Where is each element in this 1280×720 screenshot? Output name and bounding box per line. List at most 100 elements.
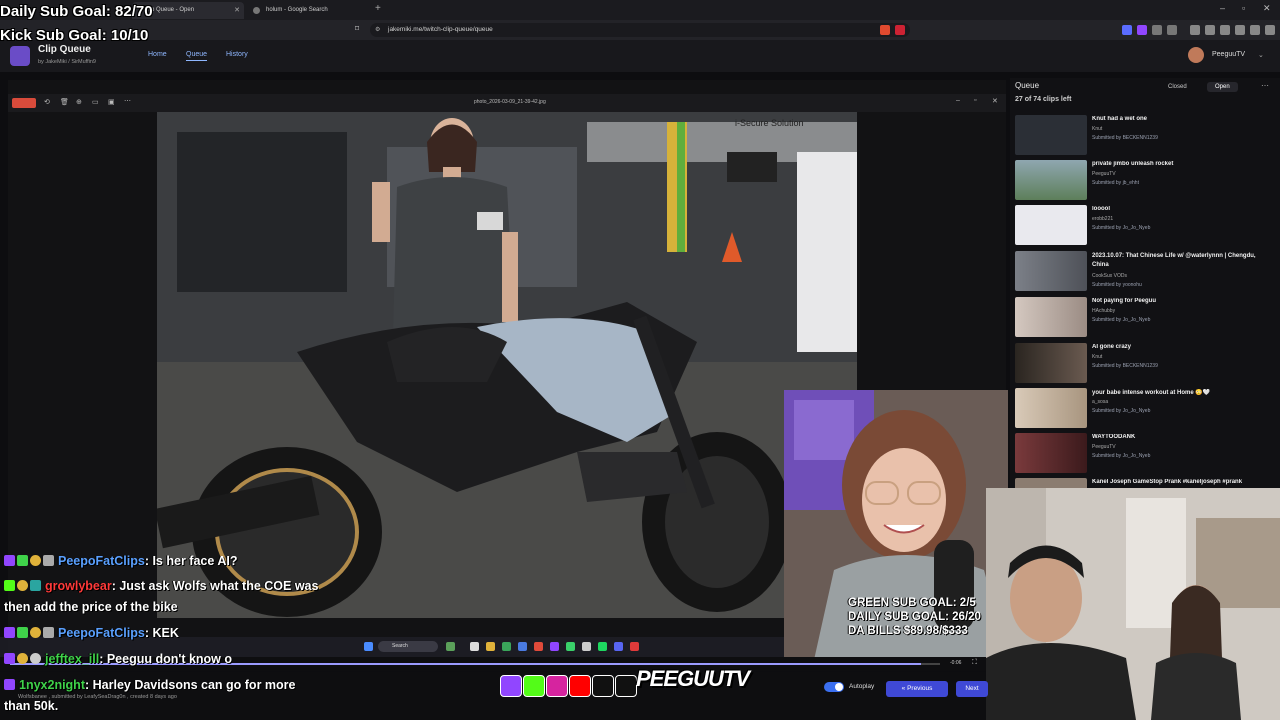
youtube-icon (569, 675, 591, 697)
rotate-icon[interactable]: ⟲ (44, 98, 50, 106)
taskbar-app-icon[interactable] (502, 642, 511, 651)
share-icon[interactable]: ⊕ (76, 98, 82, 106)
chat-message: PeepoFatClips: Is her face AI? (4, 554, 237, 568)
google-icon (253, 7, 260, 14)
autoplay-toggle[interactable] (824, 682, 844, 692)
chat-message: 1nyx2night: Harley Davidsons can go for … (4, 678, 295, 692)
print-icon[interactable]: ▭ (92, 98, 99, 106)
close-tab-icon[interactable]: ✕ (234, 2, 240, 19)
discord-icon[interactable] (614, 642, 623, 651)
tiktok-icon (592, 675, 614, 697)
taskbar-app-icon[interactable] (550, 642, 559, 651)
guest-webcam (986, 488, 1280, 720)
avatar[interactable] (1188, 47, 1204, 63)
close-window-icon[interactable]: ✕ (1263, 3, 1271, 14)
badge-icon (30, 653, 41, 664)
autoplay-label: Autoplay (849, 683, 875, 690)
minimize-icon[interactable]: – (956, 97, 960, 104)
bills-goal: DA BILLS $89.98/$333 (848, 625, 968, 637)
taskbar-app-icon[interactable] (566, 642, 575, 651)
user-menu[interactable]: PeeguuTV (1212, 51, 1245, 58)
taskbar-app-icon[interactable] (518, 642, 527, 651)
queue-closed-button[interactable]: Closed (1160, 82, 1195, 92)
windows-start-icon[interactable] (364, 642, 373, 651)
extension-icon[interactable] (1152, 25, 1162, 35)
brave-rewards-icon[interactable] (895, 25, 905, 35)
queue-item[interactable]: looool erobb221 Submitted by Jo_Jo_Nyeb (1015, 205, 1270, 247)
sub-badge-icon (4, 627, 15, 638)
queue-open-button[interactable]: Open (1207, 82, 1238, 92)
queue-item[interactable]: Knut had a wet one Knut Submitted by BEC… (1015, 115, 1270, 157)
clip-thumbnail (1015, 160, 1087, 200)
vpn-icon[interactable] (1250, 25, 1260, 35)
queue-item[interactable]: AI gone crazy Knut Submitted by BECKENN1… (1015, 343, 1270, 385)
nav-history[interactable]: History (226, 51, 248, 58)
image-filename: photo_2026-03-09_21-39-42.jpg (474, 99, 546, 105)
new-tab-icon[interactable]: + (375, 3, 381, 14)
restore-icon[interactable]: ▫ (1242, 3, 1245, 13)
chevron-down-icon[interactable]: ⌄ (1258, 51, 1264, 59)
extension-icon[interactable] (1122, 25, 1132, 35)
clip-thumbnail (1015, 205, 1087, 245)
edit-button[interactable] (12, 98, 36, 108)
kick-badge-icon (4, 580, 15, 591)
clip-thumbnail (1015, 251, 1087, 291)
emote-badge-icon (30, 555, 41, 566)
queue-item[interactable]: Not paying for Peeguu HAchubby Submitted… (1015, 297, 1270, 339)
chat-message: growlybear: Just ask Wolfs what the COE … (4, 579, 318, 593)
emote-badge-icon (30, 627, 41, 638)
brand-logo: PEEGUUTV (636, 666, 750, 691)
taskbar-search[interactable]: Search (378, 641, 438, 652)
taskbar-app-icon[interactable] (582, 642, 591, 651)
queue-item[interactable]: WAYTOODANK PeeguuTV Submitted by Jo_Jo_N… (1015, 433, 1270, 475)
badge-icon (17, 653, 28, 664)
delete-icon[interactable]: 🗑 (60, 98, 69, 106)
spotify-icon[interactable] (598, 642, 607, 651)
extension-icon[interactable] (1167, 25, 1177, 35)
chat-message-continued: then add the price of the bike (4, 600, 178, 614)
queue-item[interactable]: private jimbo unleash rocket PeeguuTV Su… (1015, 160, 1270, 202)
queue-count: 27 of 74 clips left (1015, 96, 1072, 103)
browser-icon[interactable] (534, 642, 543, 651)
daily-sub-goal: Daily Sub Goal: 82/70 (0, 3, 153, 20)
media-icon[interactable] (1190, 25, 1200, 35)
wallet-icon[interactable] (1235, 25, 1245, 35)
previous-button[interactable]: « Previous (886, 681, 948, 697)
queue-item[interactable]: your babe intense workout at Home 😳🤍 a_s… (1015, 388, 1270, 430)
menu-icon[interactable] (1265, 25, 1275, 35)
sub-badge-icon (4, 555, 15, 566)
chat-message: jefftex_ill: Peeguu don't know o (4, 652, 232, 666)
taskbar-app-icon[interactable] (470, 642, 479, 651)
folder-icon[interactable] (486, 642, 495, 651)
nav-home[interactable]: Home (148, 51, 167, 58)
restore-icon[interactable]: ▫ (974, 97, 976, 104)
url-field[interactable]: ⚙ jakemiki.me/twitch-clip-queue/queue (370, 23, 910, 37)
more-icon[interactable]: ⋯ (1261, 81, 1269, 90)
check-badge-icon (17, 555, 28, 566)
twitch-extension-icon[interactable] (1137, 25, 1147, 35)
sub-badge-icon (4, 679, 15, 690)
cheer-badge-icon (43, 627, 54, 638)
queue-item[interactable]: 2023.10.07: That Chinese Life w/ @waterl… (1015, 251, 1270, 293)
info-icon[interactable]: ▣ (108, 98, 115, 106)
tab-google-search[interactable]: holum - Google Search (250, 2, 370, 19)
next-button[interactable]: Next (956, 681, 988, 697)
clip-queue-logo-icon (10, 46, 30, 66)
more-icon[interactable]: ⋯ (124, 97, 131, 105)
fullscreen-icon[interactable]: ⛶ (972, 659, 977, 667)
minimize-icon[interactable]: – (1220, 3, 1225, 13)
extensions-icon[interactable] (1220, 25, 1230, 35)
green-sub-goal: GREEN SUB GOAL: 2/5 (848, 597, 976, 609)
nav-queue[interactable]: Queue (186, 51, 208, 61)
bookmark-icon[interactable]: ⌑ (355, 24, 359, 33)
daily-sub-goal-webcam: DAILY SUB GOAL: 26/20 (848, 611, 981, 623)
taskbar-app-icon[interactable] (630, 642, 639, 651)
brave-shield-icon[interactable] (880, 25, 890, 35)
site-info-icon[interactable]: ⚙ (375, 23, 380, 37)
clip-thumbnail (1015, 343, 1087, 383)
taskbar-app-icon[interactable] (446, 642, 455, 651)
app-byline: by JakeMiki / SirMuffin9 (38, 59, 96, 65)
browser-tabbar: Clip Queue - Open ✕ holum - Google Searc… (0, 0, 1280, 20)
close-icon[interactable]: ✕ (992, 97, 998, 105)
sidebar-icon[interactable] (1205, 25, 1215, 35)
